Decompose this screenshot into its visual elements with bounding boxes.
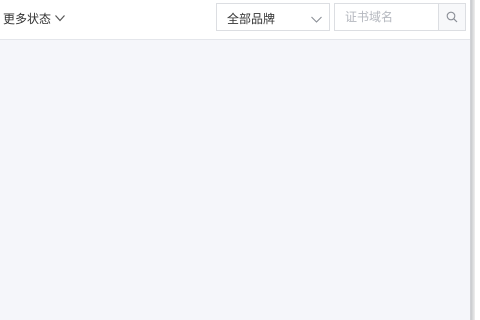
filter-toolbar: 更多状态 全部品牌 xyxy=(0,0,470,40)
content-area xyxy=(0,40,470,320)
page: 更多状态 全部品牌 xyxy=(0,0,480,320)
chevron-down-icon xyxy=(54,12,66,24)
more-status-dropdown[interactable]: 更多状态 xyxy=(3,9,66,27)
brand-select-value: 全部品牌 xyxy=(227,12,276,26)
vertical-scrollbar[interactable] xyxy=(470,0,480,320)
domain-search-input[interactable] xyxy=(335,4,439,30)
domain-search xyxy=(334,3,466,31)
scrollbar-track xyxy=(471,0,475,320)
brand-select[interactable]: 全部品牌 xyxy=(216,3,330,31)
search-button[interactable] xyxy=(438,4,465,30)
search-icon xyxy=(446,8,458,27)
chevron-down-icon xyxy=(310,11,323,24)
more-status-label: 更多状态 xyxy=(3,11,52,26)
